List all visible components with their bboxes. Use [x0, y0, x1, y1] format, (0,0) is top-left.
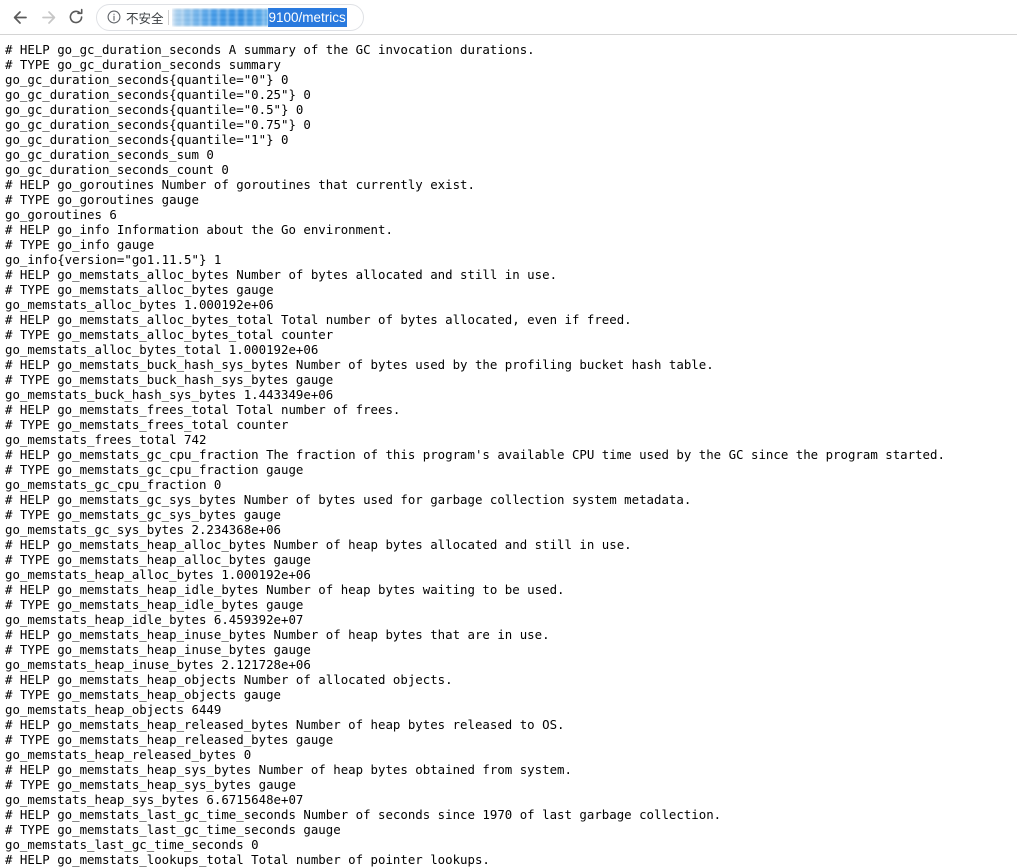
forward-button[interactable] — [34, 3, 62, 31]
info-circle-icon[interactable] — [106, 10, 121, 25]
omnibox-separator — [167, 9, 169, 25]
browser-toolbar: 不安全 9100/metrics — [0, 0, 1017, 35]
url-text[interactable]: 9100/metrics — [171, 7, 361, 27]
back-button[interactable] — [6, 3, 34, 31]
arrow-right-icon — [39, 8, 58, 27]
address-bar[interactable]: 不安全 9100/metrics — [96, 3, 364, 31]
reload-button[interactable] — [62, 3, 90, 31]
url-selected-text[interactable]: 9100/metrics — [267, 7, 347, 27]
arrow-left-icon — [11, 8, 30, 27]
page-content: # HELP go_gc_duration_seconds A summary … — [0, 35, 1017, 868]
reload-icon — [67, 8, 85, 26]
url-redacted-host — [171, 8, 268, 26]
metrics-plaintext: # HELP go_gc_duration_seconds A summary … — [5, 42, 945, 867]
security-status-label: 不安全 — [126, 11, 164, 26]
